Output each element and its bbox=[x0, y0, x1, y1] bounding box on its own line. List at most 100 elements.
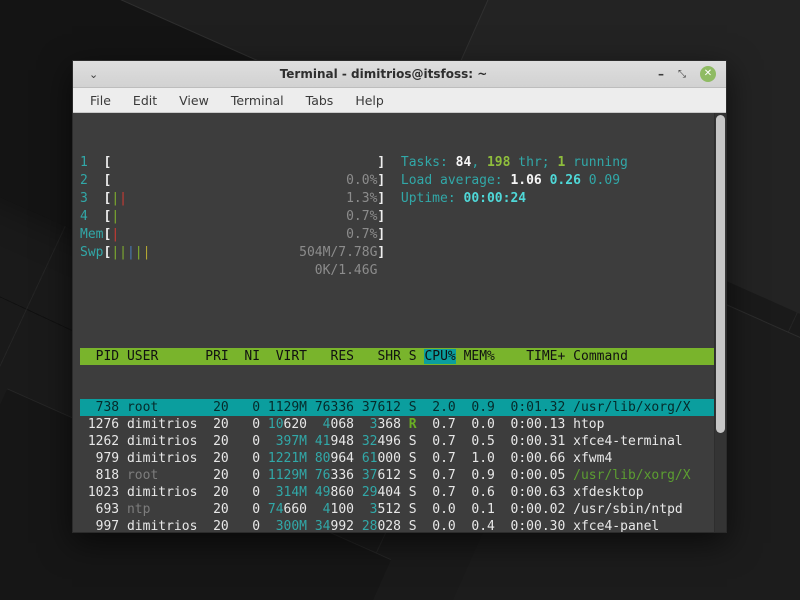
process-row-1276[interactable]: 1276 dimitrios 20 0 10620 4068 3368 R 0.… bbox=[80, 416, 714, 433]
cpu-memory-meters: 1 [0.0%]2 [||1.3%]3 [|0.7%]4 [|0.7%]Mem[… bbox=[80, 154, 393, 262]
gap bbox=[119, 519, 127, 532]
gap bbox=[401, 519, 409, 532]
close-button[interactable]: ✕ bbox=[700, 66, 716, 82]
mem-value-kb: 620 bbox=[284, 417, 307, 432]
titlebar[interactable]: ⌄ Terminal - dimitrios@itsfoss: ~ – ⤡ ✕ bbox=[73, 61, 726, 88]
tasks-sep: , bbox=[471, 155, 487, 170]
header-gap bbox=[354, 349, 362, 364]
header-cell-shr[interactable]: SHR bbox=[362, 349, 401, 364]
menu-item-edit[interactable]: Edit bbox=[124, 90, 166, 111]
process-row-979[interactable]: 979 dimitrios 20 0 1221M 80964 61000 S 0… bbox=[80, 450, 714, 467]
header-cell-time[interactable]: TIME+ bbox=[503, 349, 566, 364]
meter-close-bracket: ] bbox=[377, 155, 385, 170]
process-row-693[interactable]: 693 ntp 20 0 74660 4100 3512 S 0.0 0.1 0… bbox=[80, 501, 714, 518]
gap bbox=[401, 485, 409, 500]
gap bbox=[401, 434, 409, 449]
minimize-button[interactable]: – bbox=[658, 69, 664, 79]
header-gap bbox=[119, 349, 127, 364]
process-row-997[interactable]: 997 dimitrios 20 0 300M 34992 28028 S 0.… bbox=[80, 518, 714, 532]
header-gap bbox=[401, 349, 409, 364]
gap bbox=[307, 400, 315, 415]
cell-state: S bbox=[409, 400, 417, 415]
header-cell-user[interactable]: USER bbox=[127, 349, 197, 364]
header-gap bbox=[495, 349, 503, 364]
process-row-818[interactable]: 818 root 20 0 1129M 76336 37612 S 0.7 0.… bbox=[80, 467, 714, 484]
terminal-content[interactable]: 1 [0.0%]2 [||1.3%]3 [|0.7%]4 [|0.7%]Mem[… bbox=[73, 113, 714, 532]
gap bbox=[307, 451, 315, 466]
meter-label: 3 bbox=[80, 191, 103, 206]
cell-user: ntp bbox=[127, 502, 197, 517]
header-cell-cpu[interactable]: CPU% bbox=[424, 349, 455, 364]
gap bbox=[354, 400, 362, 415]
header-cell-mem[interactable]: MEM% bbox=[464, 349, 495, 364]
mem-value-kb: 336 bbox=[331, 400, 354, 415]
cell-state: S bbox=[409, 502, 417, 517]
scrollbar[interactable] bbox=[714, 113, 726, 532]
mem-value-kb: 068 bbox=[331, 417, 354, 432]
menu-item-help[interactable]: Help bbox=[346, 90, 393, 111]
menu-item-file[interactable]: File bbox=[81, 90, 120, 111]
menu-item-terminal[interactable]: Terminal bbox=[222, 90, 293, 111]
uptime-label: Uptime: bbox=[401, 191, 464, 206]
cell-stats: 0.0 0.4 0:00.30 bbox=[417, 519, 574, 532]
gap bbox=[354, 417, 362, 432]
header-cell-pid[interactable]: PID bbox=[80, 349, 119, 364]
mem-value-mb: 76 bbox=[315, 400, 331, 415]
process-row-1023[interactable]: 1023 dimitrios 20 0 314M 49860 29404 S 0… bbox=[80, 484, 714, 501]
header-cell-ni[interactable]: NI bbox=[237, 349, 260, 364]
window-menu-icon[interactable]: ⌄ bbox=[89, 68, 109, 81]
cell-state: S bbox=[409, 485, 417, 500]
meter-bar-green: | bbox=[119, 245, 127, 260]
process-row-1262[interactable]: 1262 dimitrios 20 0 397M 41948 32496 S 0… bbox=[80, 433, 714, 450]
mem-value-mb: 4 bbox=[323, 502, 331, 517]
cell-stats: 0.0 0.1 0:00.02 bbox=[417, 502, 574, 517]
header-cell-virt[interactable]: VIRT bbox=[268, 349, 307, 364]
meter-bar-yellow: | bbox=[143, 245, 151, 260]
header-gap bbox=[307, 349, 315, 364]
maximize-button[interactable]: ⤡ bbox=[678, 69, 686, 80]
mem-value-mb: 76 bbox=[315, 468, 331, 483]
scrollbar-thumb[interactable] bbox=[716, 115, 725, 433]
meter-bar-blue: | bbox=[127, 245, 135, 260]
menu-item-view[interactable]: View bbox=[170, 90, 218, 111]
mem-value: 300M bbox=[268, 519, 307, 532]
load-15min: 0.09 bbox=[589, 173, 620, 188]
meter-bars: || bbox=[111, 190, 127, 208]
mem-value-mb: 80 bbox=[315, 451, 331, 466]
cell-pid: 1023 bbox=[80, 485, 119, 500]
menubar: FileEditViewTerminalTabsHelp bbox=[73, 88, 726, 113]
cell-stats: 0.7 0.9 0:00.05 bbox=[417, 468, 574, 483]
header-cell-s[interactable]: S bbox=[409, 349, 417, 364]
meter-value: 0.7% bbox=[346, 226, 377, 244]
mem-value-mb: 10 bbox=[268, 417, 284, 432]
header-cell-res[interactable]: RES bbox=[315, 349, 354, 364]
cell-pri-ni: 20 0 bbox=[197, 417, 267, 432]
meter-open-bracket: [ bbox=[103, 173, 111, 188]
mem-value-kb: 404 bbox=[377, 485, 400, 500]
meter-open-bracket: [ bbox=[103, 155, 111, 170]
cell-stats: 0.7 0.5 0:00.31 bbox=[417, 434, 574, 449]
cell-command: xfdesktop bbox=[573, 485, 643, 500]
process-row-738[interactable]: 738 root 20 0 1129M 76336 37612 S 2.0 0.… bbox=[80, 399, 714, 416]
header-cell-pri[interactable]: PRI bbox=[205, 349, 228, 364]
cell-command: xfwm4 bbox=[573, 451, 612, 466]
cell-command: xfce4-panel bbox=[573, 519, 659, 532]
cell-user: root bbox=[127, 468, 197, 483]
process-table-header[interactable]: PID USER PRI NI VIRT RES SHR S CPU% MEM%… bbox=[80, 348, 714, 365]
menu-item-tabs[interactable]: Tabs bbox=[297, 90, 343, 111]
cell-user: dimitrios bbox=[127, 434, 197, 449]
meter-open-bracket: [ bbox=[103, 245, 111, 260]
load-average-line: Load average: 1.06 0.26 0.09 bbox=[401, 172, 628, 190]
meter-close-bracket: ] bbox=[377, 245, 385, 260]
mem-value-kb: 612 bbox=[377, 400, 400, 415]
gap bbox=[307, 485, 315, 500]
meter-bar-red: | bbox=[111, 227, 119, 242]
mem-value-mb: 49 bbox=[315, 485, 331, 500]
meter-bars: | bbox=[111, 208, 119, 226]
meter-bar-green: | bbox=[111, 209, 119, 224]
gap bbox=[119, 451, 127, 466]
uptime-value: 00:00:24 bbox=[464, 191, 527, 206]
system-info: Tasks: 84, 198 thr; 1 runningLoad averag… bbox=[393, 154, 628, 262]
meter-close-bracket: ] bbox=[377, 209, 385, 224]
header-cell-cmd[interactable]: Command bbox=[573, 349, 628, 364]
